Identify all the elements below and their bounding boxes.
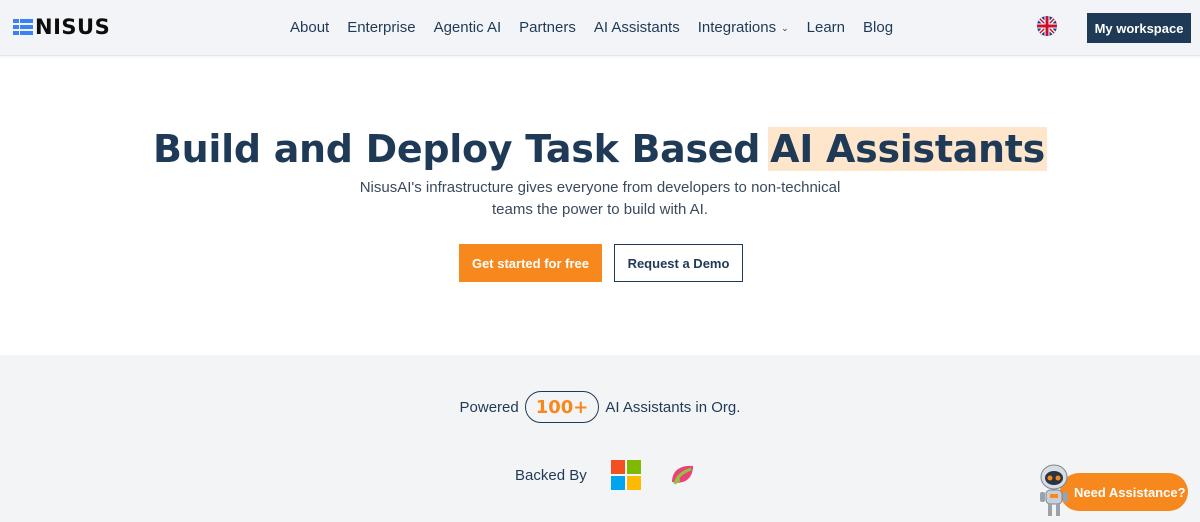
nav-agentic-ai-label: Agentic AI (433, 19, 502, 36)
request-demo-button[interactable]: Request a Demo (614, 244, 743, 282)
nav-learn-label: Learn (806, 19, 846, 36)
brand-logo[interactable]: NISUS (13, 15, 111, 39)
nav-integrations[interactable]: Integrations ⌄ (698, 18, 789, 38)
nav-enterprise-label: Enterprise (347, 19, 416, 36)
nav-about-label: About (290, 19, 330, 36)
social-proof-section (0, 355, 1200, 522)
nav-learn[interactable]: Learn (807, 18, 845, 38)
get-started-button[interactable]: Get started for free (459, 244, 602, 282)
nav-partners-label: Partners (519, 19, 576, 36)
nav-ai-assistants-label: AI Assistants (593, 19, 680, 36)
nav-blog[interactable]: Blog (863, 18, 893, 38)
powered-label: Powered (459, 398, 519, 416)
nav-agentic-ai[interactable]: Agentic AI (434, 18, 502, 38)
logo-grid-icon (13, 19, 33, 35)
main-nav: About Enterprise Agentic AI Partners AI … (290, 18, 911, 38)
hero-subtitle: NisusAI's infrastructure gives everyone … (359, 179, 841, 218)
my-workspace-button[interactable]: My workspace (1087, 13, 1191, 43)
top-navbar: NISUS About Enterprise Agentic AI Partne… (0, 0, 1200, 56)
nav-blog-label: Blog (863, 19, 894, 36)
backed-by-row: Backed By (515, 460, 695, 490)
microsoft-logo-icon (610, 460, 641, 490)
chevron-down-icon: ⌄ (781, 23, 789, 33)
hero-title: Build and Deploy Task Based AI Assistants (0, 124, 1200, 174)
brand-name: NISUS (35, 15, 111, 39)
leaf-logo-icon (671, 465, 693, 485)
hero-title-main: Build and Deploy Task Based (153, 127, 761, 171)
backed-by-label: Backed By (515, 466, 587, 484)
assistant-count-suffix: AI Assistants in Org. (605, 398, 741, 416)
robot-icon[interactable] (1034, 463, 1074, 519)
hero-title-highlight: AI Assistants (768, 127, 1047, 171)
nav-integrations-label: Integrations (697, 19, 777, 36)
nav-partners[interactable]: Partners (519, 18, 576, 38)
need-assistance-button[interactable]: Need Assistance? (1060, 473, 1188, 511)
assistant-count-row: Powered 100+ AI Assistants in Org. (0, 391, 1200, 423)
need-assistance-label: Need Assistance? (1074, 484, 1186, 500)
uk-flag-icon[interactable] (1037, 16, 1057, 36)
assistant-count-badge: 100+ (524, 391, 600, 423)
nav-ai-assistants[interactable]: AI Assistants (594, 18, 680, 38)
nav-enterprise[interactable]: Enterprise (347, 18, 415, 38)
nav-about[interactable]: About (290, 18, 329, 38)
